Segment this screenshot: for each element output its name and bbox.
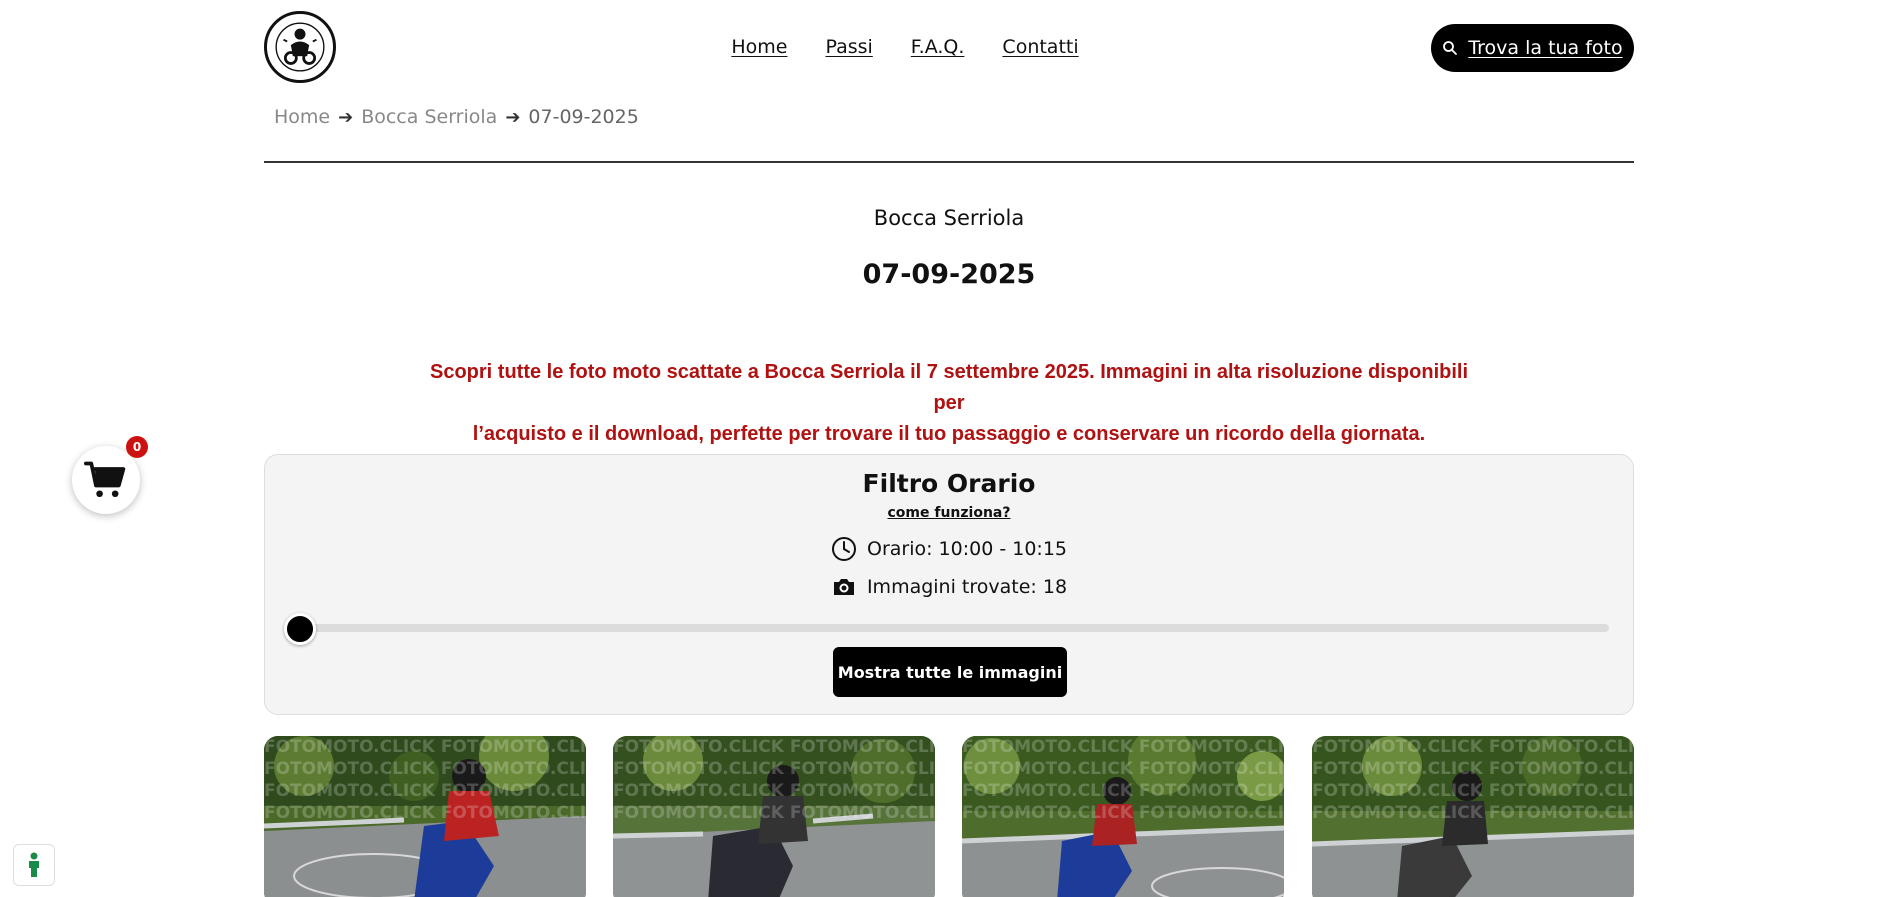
- accessibility-icon: [29, 852, 39, 877]
- accessibility-button[interactable]: [13, 844, 55, 886]
- show-all-images-button[interactable]: Mostra tutte le immagini: [833, 647, 1067, 697]
- image-count-text: Immagini trovate: 18: [866, 576, 1068, 598]
- photo-thumbnail[interactable]: FOTOMOTO.CLICK FOTOMOTO.CLICK FOTOMOTO.C…: [264, 736, 586, 897]
- page-description: Scopri tutte le foto moto scattate a Boc…: [424, 357, 1474, 450]
- nav-home-link[interactable]: Home: [731, 36, 787, 58]
- find-photo-button[interactable]: Trova la tua foto: [1431, 24, 1634, 72]
- nav-faq-link[interactable]: F.A.Q.: [911, 36, 965, 58]
- photo-watermark: FOTOMOTO.CLICK FOTOMOTO.CLICK FOTOMOTO.C…: [962, 737, 1284, 823]
- arrow-right-icon: ➔: [338, 106, 354, 128]
- search-icon: [1443, 41, 1458, 55]
- photo-watermark: FOTOMOTO.CLICK FOTOMOTO.CLICK FOTOMOTO.C…: [1312, 737, 1634, 823]
- photo-thumbnail[interactable]: FOTOMOTO.CLICK FOTOMOTO.CLICK FOTOMOTO.C…: [613, 736, 935, 897]
- time-range-text: Orario: 10:00 - 10:15: [866, 538, 1067, 560]
- description-line-2: l’acquisto e il download, perfette per t…: [472, 423, 1426, 445]
- breadcrumb-current: 07-09-2025: [528, 106, 639, 128]
- time-slider-handle[interactable]: [284, 613, 316, 645]
- nav-passi-link[interactable]: Passi: [825, 36, 872, 58]
- photo-watermark: FOTOMOTO.CLICK FOTOMOTO.CLICK FOTOMOTO.C…: [264, 737, 586, 823]
- description-line-1: Scopri tutte le foto moto scattate a Boc…: [429, 361, 1469, 414]
- photo-thumbnail[interactable]: FOTOMOTO.CLICK FOTOMOTO.CLICK FOTOMOTO.C…: [1312, 736, 1634, 897]
- nav-contatti-link[interactable]: Contatti: [1002, 36, 1078, 58]
- cart-button[interactable]: [72, 446, 140, 514]
- filter-help-link[interactable]: come funziona?: [265, 505, 1633, 521]
- location-title: Bocca Serriola: [873, 206, 1025, 230]
- clock-icon: [831, 537, 856, 561]
- cart-count-badge: 0: [126, 436, 148, 458]
- header-divider: [264, 161, 1634, 163]
- time-slider-track[interactable]: [295, 624, 1609, 632]
- breadcrumb: Home ➔ Bocca Serriola ➔ 07-09-2025: [274, 106, 639, 128]
- page-title: 07-09-2025: [862, 259, 1036, 290]
- breadcrumb-location[interactable]: Bocca Serriola: [361, 106, 497, 128]
- arrow-right-icon: ➔: [505, 106, 521, 128]
- breadcrumb-home[interactable]: Home: [274, 106, 330, 128]
- cart-icon: [84, 461, 126, 498]
- photo-thumbnail[interactable]: FOTOMOTO.CLICK FOTOMOTO.CLICK FOTOMOTO.C…: [962, 736, 1284, 897]
- photo-watermark: FOTOMOTO.CLICK FOTOMOTO.CLICK FOTOMOTO.C…: [613, 737, 935, 823]
- time-filter-panel: Filtro Orario come funziona? Orario: 10:…: [264, 454, 1634, 715]
- find-photo-label: Trova la tua foto: [1468, 37, 1623, 59]
- time-range-row: Orario: 10:00 - 10:15: [265, 536, 1633, 562]
- filter-title: Filtro Orario: [862, 469, 1036, 498]
- image-count-row: Immagini trovate: 18: [265, 574, 1633, 600]
- camera-icon: [833, 579, 854, 595]
- site-header: Home Passi F.A.Q. Contatti Trova la tua …: [264, 0, 1634, 96]
- main-nav: Home Passi F.A.Q. Contatti: [264, 36, 1634, 58]
